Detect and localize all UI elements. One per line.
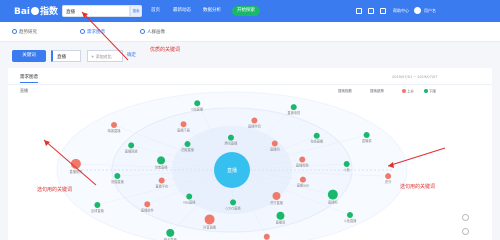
graph-node[interactable] [144,201,151,208]
graph-node[interactable] [290,104,297,111]
graph-node[interactable] [363,131,370,138]
graph-node-label: 直播伴侣 [248,124,261,129]
graph-node[interactable] [346,212,353,219]
graph-node[interactable] [327,189,338,200]
graph-node[interactable] [158,177,165,184]
graph-node-label: 直播平台 [155,183,168,188]
graph-node[interactable] [94,202,101,209]
graph-node[interactable] [299,176,306,183]
graph-node-label: 直播源 [362,138,372,143]
graph-node[interactable] [180,121,187,128]
graph-node[interactable] [276,211,285,220]
annotation-top: 优质的关键词 [150,47,181,53]
screen-icon[interactable] [356,8,362,14]
tab-crowd[interactable]: 人群画像 [140,29,165,35]
graph-node[interactable] [385,173,392,180]
graph-node-label: 斗鱼直播 [344,218,358,223]
graph-center[interactable]: 直播 [214,152,250,188]
graph-node-label: cctv5直播 [226,205,242,210]
explore-button[interactable]: 开始探索 [232,6,260,16]
graph-node-label: 花椒直播 [181,147,195,152]
paw-icon [31,7,40,15]
graph-node[interactable] [343,161,350,168]
graph-node[interactable] [313,132,320,139]
graph-node-label: 映客直播 [108,128,122,133]
crowd-icon [140,29,145,34]
graph-node[interactable] [184,141,191,148]
username[interactable]: 用户名 [424,8,436,14]
grid-icon[interactable] [368,8,374,14]
graph-node-label: 淘宝直播 [155,164,169,169]
avatar[interactable] [414,7,421,14]
graph-node-label: 斗鱼 [343,167,349,172]
nav-home[interactable]: 首页 [151,7,160,13]
share-icon[interactable] [462,228,469,235]
graph-node-label: 直播吧 [328,200,338,205]
tab-demand-label: 需求图谱 [87,30,105,35]
graph-node[interactable] [194,100,201,107]
graph-node-label: 直播回放 [125,148,139,153]
graph-node[interactable] [251,117,258,124]
graph-node[interactable] [263,233,270,240]
graph-node-label: 虎牙 [385,179,391,184]
search-input[interactable]: 直播 [62,5,130,17]
sub-navbar: 趋势研究 需求图谱 人群画像 [0,22,500,42]
graph-node-label: 直播软件 [141,207,155,212]
confirm-button[interactable]: 确定 [127,52,136,58]
keyword-tag[interactable]: 直播 [51,50,81,62]
trend-icon [12,29,17,34]
graph-node[interactable] [70,158,81,169]
tab-crowd-label: 人群画像 [147,30,165,35]
graph-node-label: 直播视频 [296,163,310,168]
graph-node-label: 足球直播 [91,208,105,213]
keyword-button[interactable]: 关键词 [12,50,46,62]
help-center-link[interactable]: 帮助中心 [393,8,409,14]
graph-node[interactable] [272,191,281,200]
search-button[interactable]: 搜索 [130,5,142,17]
graph-node[interactable] [204,214,215,225]
graph-node-label: 直播下载 [177,127,191,132]
tab-demand[interactable]: 需求图谱 [80,29,105,35]
graph-node-label: 在线直播 [310,139,324,144]
add-compare-input[interactable]: + 添加对比 [87,50,123,62]
graph-node-label: b站直播 [191,106,203,111]
graph-node[interactable] [299,156,306,163]
graph-node[interactable] [128,142,135,149]
graph-node[interactable] [271,140,278,147]
demand-graph-panel: 需求图谱 2019/07/01 ~ 2019/07/07 直播 搜索指数 搜索趋… [8,68,492,240]
annotation-left: 选句用的关键词 [37,187,73,193]
graph-node-label: 直播间 [276,220,286,225]
logo[interactable]: Bai 指数 [14,4,58,17]
keyword-row: 关键词 直播 + 添加对比 确定 [0,42,500,68]
tab-trend[interactable]: 趋势研究 [12,29,37,35]
graph-node-label: 直播带货 [70,169,83,174]
annotation-right: 选句用的关键词 [400,184,436,190]
graph-node[interactable] [186,193,193,200]
graph-node[interactable] [230,199,237,206]
graph-node-label: 直播app [297,183,309,188]
feedback-icon[interactable] [462,214,469,221]
graph-node-label: 虎牙直播 [270,200,284,205]
graph-node-label: 熊猫直播 [111,179,125,184]
graph-node-label: 腾讯直播 [225,141,239,146]
message-icon[interactable] [380,8,386,14]
graph-node[interactable] [111,121,118,128]
graph-node-label: 抖音直播 [203,224,217,229]
graph-node[interactable] [114,172,121,179]
graph-node-label: nba直播 [183,199,196,204]
graph-node[interactable] [157,156,166,165]
nav-news[interactable]: 最新动态 [173,7,191,13]
demand-graph: 直播app直播吧斗鱼直播虎牙直播直播间体育直播cctv5直播抖音直播快手直播nb… [56,91,408,240]
graph-node[interactable] [166,228,175,237]
demand-icon [80,29,85,34]
top-navbar: Bai 指数 直播 搜索 首页 最新动态 数据分析 开始探索 帮助中心 用户名 [0,0,500,22]
tab-trend-label: 趋势研究 [19,30,37,35]
graph-node-label: 直播电视 [287,110,301,115]
graph-node[interactable] [227,134,234,141]
nav-analysis[interactable]: 数据分析 [203,7,221,13]
graph-node-label: 直播网 [270,147,280,152]
center-node-label: 直播 [227,167,237,174]
